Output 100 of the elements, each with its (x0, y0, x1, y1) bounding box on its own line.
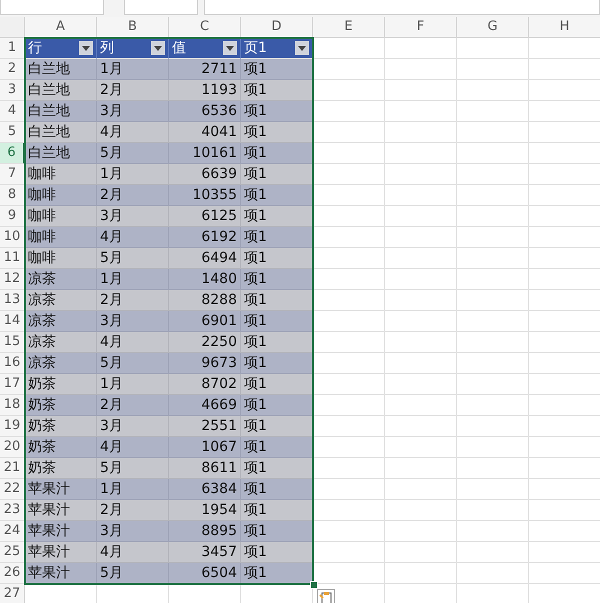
column-header[interactable]: B (97, 17, 169, 37)
empty-cell[interactable] (457, 311, 529, 332)
row-number[interactable]: 13 (0, 290, 25, 311)
row-number[interactable]: 9 (0, 206, 25, 227)
formula-bar-field[interactable] (204, 0, 600, 15)
row-number[interactable]: 17 (0, 374, 25, 395)
empty-cell[interactable] (457, 458, 529, 479)
row-number[interactable]: 2 (0, 59, 25, 80)
filter-dropdown-button[interactable] (151, 41, 165, 55)
empty-cell[interactable] (385, 458, 457, 479)
empty-cell[interactable] (457, 395, 529, 416)
empty-cell[interactable] (457, 542, 529, 563)
select-all-corner[interactable] (0, 17, 25, 37)
row-number[interactable]: 25 (0, 542, 25, 563)
empty-cell[interactable] (457, 521, 529, 542)
empty-cell[interactable] (385, 143, 457, 164)
row-number[interactable]: 4 (0, 101, 25, 122)
column-header[interactable]: F (385, 17, 457, 37)
empty-cell[interactable] (457, 374, 529, 395)
row-number[interactable]: 16 (0, 353, 25, 374)
empty-cell[interactable] (385, 80, 457, 101)
name-box-field[interactable] (0, 0, 104, 15)
row-number[interactable]: 12 (0, 269, 25, 290)
row-number[interactable]: 1 (0, 38, 25, 59)
empty-cell[interactable] (457, 185, 529, 206)
empty-cell[interactable] (457, 563, 529, 584)
row-number[interactable]: 23 (0, 500, 25, 521)
empty-cell[interactable] (385, 374, 457, 395)
fill-handle[interactable] (310, 581, 318, 589)
filter-dropdown-button[interactable] (79, 41, 93, 55)
empty-cell[interactable] (385, 59, 457, 80)
row-number[interactable]: 10 (0, 227, 25, 248)
empty-cell[interactable] (385, 521, 457, 542)
empty-cell[interactable] (385, 395, 457, 416)
empty-cell[interactable] (457, 206, 529, 227)
empty-cell[interactable] (457, 227, 529, 248)
empty-cell[interactable] (457, 101, 529, 122)
empty-cell[interactable] (457, 332, 529, 353)
empty-cell[interactable] (385, 353, 457, 374)
empty-cell[interactable] (457, 248, 529, 269)
empty-cell[interactable] (385, 290, 457, 311)
row-number[interactable]: 14 (0, 311, 25, 332)
row-number[interactable]: 6 (0, 143, 25, 164)
empty-cell[interactable] (457, 59, 529, 80)
row-number[interactable]: 3 (0, 80, 25, 101)
empty-cell[interactable] (385, 416, 457, 437)
column-header[interactable]: E (313, 17, 385, 37)
empty-cell[interactable] (385, 164, 457, 185)
empty-cell[interactable] (385, 479, 457, 500)
table-cell: 1月 (97, 59, 169, 80)
empty-cell[interactable] (385, 542, 457, 563)
empty-cell[interactable] (457, 80, 529, 101)
row-number[interactable]: 15 (0, 332, 25, 353)
column-header[interactable]: G (457, 17, 529, 37)
empty-cell[interactable] (457, 122, 529, 143)
row-number[interactable]: 20 (0, 437, 25, 458)
empty-cell[interactable] (385, 332, 457, 353)
row-number[interactable]: 8 (0, 185, 25, 206)
empty-cell[interactable] (457, 290, 529, 311)
empty-cell[interactable] (457, 353, 529, 374)
row-number[interactable]: 19 (0, 416, 25, 437)
row-number[interactable]: 21 (0, 458, 25, 479)
table-cell: 1月 (97, 269, 169, 290)
table-cell: 6901 (169, 311, 241, 332)
column-header[interactable]: D (241, 17, 313, 37)
empty-cell[interactable] (457, 143, 529, 164)
column-header[interactable]: C (169, 17, 241, 37)
empty-cell[interactable] (385, 185, 457, 206)
row-number[interactable]: 11 (0, 248, 25, 269)
paste-options-button[interactable] (317, 589, 335, 603)
row-number[interactable]: 7 (0, 164, 25, 185)
empty-cell[interactable] (385, 248, 457, 269)
empty-cell[interactable] (385, 38, 457, 59)
empty-cell[interactable] (457, 500, 529, 521)
empty-cell[interactable] (385, 437, 457, 458)
row-number[interactable]: 18 (0, 395, 25, 416)
empty-cell[interactable] (457, 38, 529, 59)
row-number[interactable]: 24 (0, 521, 25, 542)
empty-cell[interactable] (385, 269, 457, 290)
empty-cell[interactable] (385, 311, 457, 332)
empty-cell[interactable] (385, 206, 457, 227)
row-number[interactable]: 22 (0, 479, 25, 500)
row-number[interactable]: 27 (0, 584, 25, 603)
empty-cell[interactable] (385, 500, 457, 521)
empty-cell[interactable] (457, 416, 529, 437)
empty-cell[interactable] (385, 122, 457, 143)
row-number[interactable]: 26 (0, 563, 25, 584)
empty-cell[interactable] (385, 563, 457, 584)
column-header[interactable]: H (529, 17, 600, 37)
empty-cell[interactable] (457, 479, 529, 500)
column-header[interactable]: A (25, 17, 97, 37)
empty-cell[interactable] (385, 101, 457, 122)
empty-cell[interactable] (385, 227, 457, 248)
filter-dropdown-button[interactable] (295, 41, 309, 55)
filter-dropdown-button[interactable] (223, 41, 237, 55)
empty-cell[interactable] (457, 164, 529, 185)
row-number[interactable]: 5 (0, 122, 25, 143)
empty-cell[interactable] (457, 269, 529, 290)
empty-cell[interactable] (457, 437, 529, 458)
function-box-field[interactable] (124, 0, 198, 15)
